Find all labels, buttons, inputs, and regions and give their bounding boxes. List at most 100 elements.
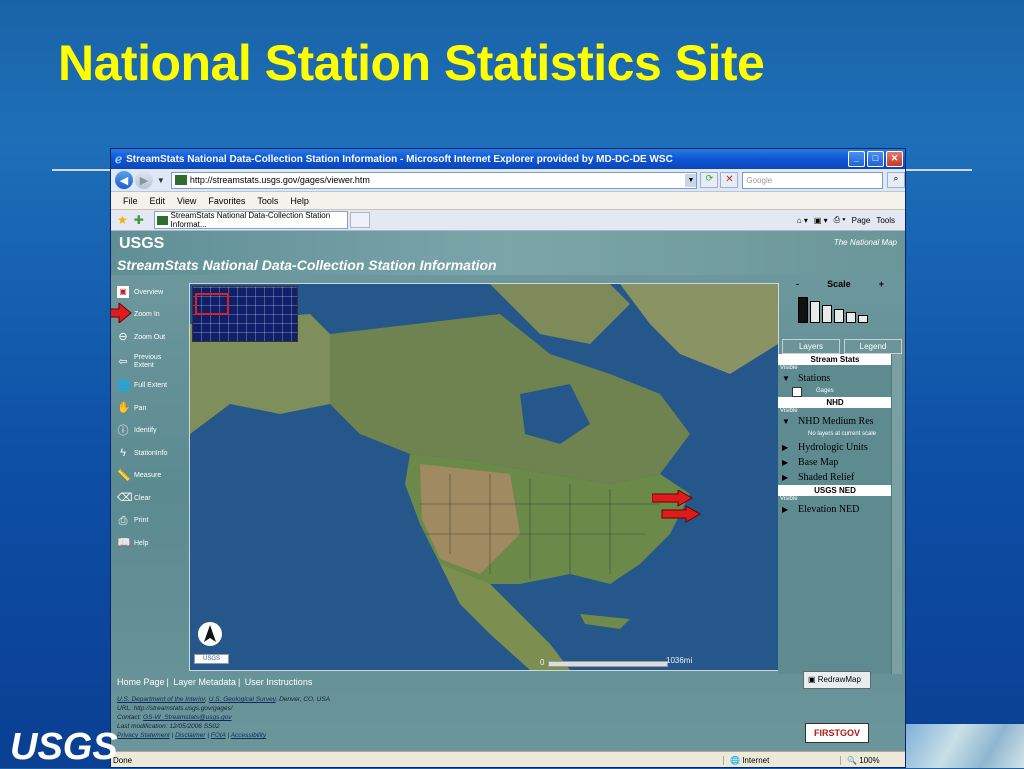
layer-hydrologic-units[interactable]: ▶ Hydrologic Units [778,440,902,455]
link-dept-interior[interactable]: U.S. Department of the Interior [117,696,205,703]
tool-clear[interactable]: ⌫ Clear [117,487,183,510]
link-foia[interactable]: FOIA [211,732,226,739]
tool-print[interactable]: ⎙ Print [117,510,183,533]
menu-tools[interactable]: Tools [257,196,278,206]
link-user-instructions[interactable]: User Instructions [245,677,313,687]
expand-down-icon[interactable]: ▼ [782,417,798,426]
sublayer-gages: Gages [778,386,902,397]
menu-edit[interactable]: Edit [150,196,166,206]
national-map-link[interactable]: The National Map [834,238,897,247]
layer-shaded-relief[interactable]: ▶ Shaded Relief [778,470,902,485]
expand-right-icon[interactable]: ▶ [782,473,798,482]
usgs-logo[interactable]: USGS [119,235,164,253]
menu-help[interactable]: Help [290,196,309,206]
refresh-button[interactable]: ⟳ [700,172,719,188]
command-bar: ⌂ ▾ ▣ ▾ ⎙ ▾ Page Tools [797,215,905,225]
link-contact-email[interactable]: GS-W_Streamstats@usgs.gov [143,714,232,721]
streamstats-app: USGS The National Map StreamStats Nation… [111,231,905,752]
feeds-icon[interactable]: ▣ ▾ [814,216,828,225]
zoom-level[interactable]: 🔍 100% [840,755,905,765]
new-tab-button[interactable] [349,212,370,228]
link-layer-metadata[interactable]: Layer Metadata [173,677,236,687]
search-input[interactable]: Google [742,171,884,189]
back-button[interactable]: ◀ [115,171,133,189]
link-usgs[interactable]: U.S. Geological Survey [209,696,276,703]
close-button[interactable]: ✕ [886,151,903,167]
maximize-button[interactable]: □ [867,151,884,167]
layer-nhd-medium[interactable]: ▼ NHD Medium Res [778,414,902,429]
url-input[interactable]: http://streamstats.usgs.gov/gages/viewer… [170,171,698,189]
favorites-star-icon[interactable]: ★ [117,213,128,227]
layer-base-map[interactable]: ▶ Base Map [778,455,902,470]
measure-icon: 📏 [117,469,131,482]
link-privacy[interactable]: Privacy Statement [117,732,170,739]
tool-previous-extent[interactable]: ⇦ Previous Extent [117,349,183,375]
minimize-button[interactable]: _ [848,151,865,167]
layer-elevation-ned[interactable]: ▶ Elevation NED [778,502,902,517]
tool-full-extent[interactable]: 🌐 Full Extent [117,375,183,398]
forward-button[interactable]: ▶ [134,171,153,189]
layer-list-scrollbar[interactable] [891,354,902,674]
expand-down-icon[interactable]: ▼ [782,374,798,383]
tool-zoom-out[interactable]: ⊖ Zoom Out [117,326,183,349]
scale-header: - Scale + [778,279,902,293]
tab-legend[interactable]: Legend [844,339,902,354]
redraw-map-button[interactable]: ▣ RedrawMap [803,671,871,689]
layer-stations[interactable]: ▼ Stations [778,371,902,386]
link-accessibility[interactable]: Accessibility [231,732,266,739]
map-view[interactable]: USGS 0 1036mi [189,283,779,671]
expand-right-icon[interactable]: ▶ [782,458,798,467]
redraw-icon: ▣ [808,675,818,684]
scale-minus-button[interactable]: - [796,279,799,293]
window-titlebar[interactable]: ℯ StreamStats National Data-Collection S… [111,149,905,169]
scale-step[interactable] [858,315,868,323]
tool-measure[interactable]: 📏 Measure [117,465,183,488]
tool-overview[interactable]: ▣ Overview [117,281,183,304]
printer-icon[interactable]: ⎙ ▾ [834,215,846,225]
search-go-button[interactable]: ⌕ [887,172,905,188]
layer-group-usgs-ned: USGS NED [778,485,892,496]
menu-file[interactable]: File [123,196,138,206]
menu-favorites[interactable]: Favorites [208,196,245,206]
link-disclaimer[interactable]: Disclaimer [175,732,205,739]
zoom-out-icon: ⊖ [118,331,128,344]
zoom-in-annotation-arrow-icon [111,303,132,323]
history-dropdown-icon[interactable]: ▼ [157,176,165,185]
previous-extent-icon: ⇦ [118,355,128,368]
home-icon[interactable]: ⌂ ▾ [797,216,808,225]
add-favorites-icon[interactable]: ✚ [134,213,144,227]
firstgov-logo[interactable]: FIRSTGOV [805,723,869,743]
station-info-icon: ϟ [120,447,126,460]
url-dropdown-icon[interactable]: ▼ [685,173,697,187]
expand-right-icon[interactable]: ▶ [782,505,798,514]
tool-identify[interactable]: ⓘ Identify [117,420,183,443]
scale-step[interactable] [798,297,808,323]
stop-button[interactable]: ✕ [720,172,739,188]
pan-icon: ✋ [117,402,131,415]
scale-plus-button[interactable]: + [879,279,884,293]
print-icon: ⎙ [118,514,128,527]
tool-pan[interactable]: ✋ Pan [117,397,183,420]
scale-step[interactable] [822,305,832,323]
menu-bar: File Edit View Favorites Tools Help [111,192,905,210]
identify-icon: ⓘ [117,424,129,437]
expand-right-icon[interactable]: ▶ [782,443,798,452]
scale-step[interactable] [834,309,844,323]
tool-station-info[interactable]: ϟ StationInfo [117,442,183,465]
link-home-page[interactable]: Home Page [117,677,165,687]
tools-menu[interactable]: Tools [876,216,895,225]
credits: U.S. Department of the Interior, U.S. Ge… [117,696,331,739]
map-scalebar [548,661,668,667]
scale-step[interactable] [846,312,856,323]
tool-help[interactable]: 📖 Help [117,532,183,555]
menu-view[interactable]: View [177,196,196,206]
full-extent-icon: 🌐 [117,379,131,392]
overview-extent-box [195,293,229,315]
overview-map[interactable] [192,286,298,342]
gages-checkbox[interactable] [792,386,802,397]
tab-layers[interactable]: Layers [782,339,840,354]
tab-streamstats[interactable]: StreamStats National Data-Collection Sta… [153,211,348,229]
scale-slider[interactable] [778,293,902,323]
page-menu[interactable]: Page [852,216,871,225]
scale-step[interactable] [810,301,820,323]
